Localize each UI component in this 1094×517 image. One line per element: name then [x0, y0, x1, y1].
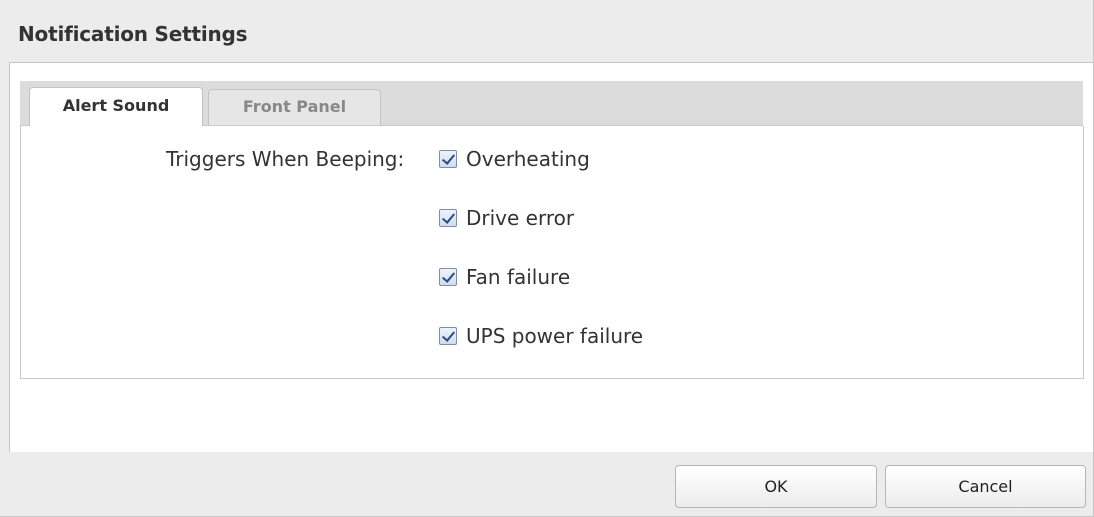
- cancel-button[interactable]: Cancel: [885, 465, 1086, 508]
- overheating-checkbox[interactable]: [439, 150, 457, 168]
- overheating-label: Overheating: [466, 147, 590, 171]
- tab-content-alert-sound: Triggers When Beeping: Overheating Drive…: [20, 126, 1084, 379]
- fan-failure-label: Fan failure: [466, 265, 571, 289]
- option-drive-error[interactable]: Drive error: [439, 205, 574, 231]
- ups-power-failure-label: UPS power failure: [466, 324, 644, 348]
- fan-failure-checkbox[interactable]: [439, 268, 457, 286]
- tab-front-panel[interactable]: Front Panel: [208, 89, 381, 125]
- triggers-label: Triggers When Beeping:: [166, 147, 405, 171]
- tab-strip: Alert Sound Front Panel: [20, 81, 1083, 126]
- option-overheating[interactable]: Overheating: [439, 146, 590, 172]
- notification-settings-dialog: Notification Settings ? Alert Sound Fron…: [0, 0, 1094, 517]
- drive-error-label: Drive error: [466, 206, 575, 230]
- tab-alert-sound[interactable]: Alert Sound: [29, 87, 203, 126]
- dialog-title: Notification Settings: [18, 22, 248, 46]
- drive-error-checkbox[interactable]: [439, 209, 457, 227]
- option-fan-failure[interactable]: Fan failure: [439, 264, 570, 290]
- ups-power-failure-checkbox[interactable]: [439, 327, 457, 345]
- ok-button[interactable]: OK: [675, 465, 877, 508]
- option-ups-power-failure[interactable]: UPS power failure: [439, 323, 643, 349]
- dialog-title-bar: Notification Settings: [0, 0, 1093, 62]
